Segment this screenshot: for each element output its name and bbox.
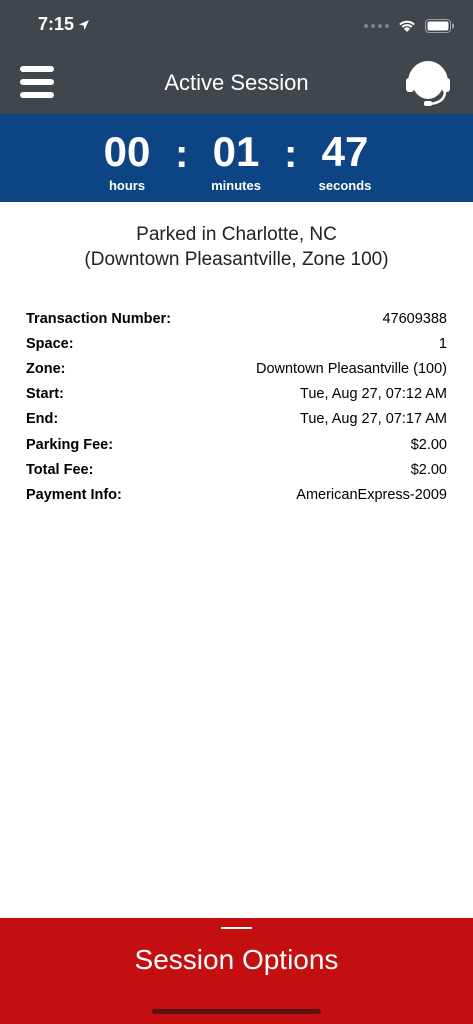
detail-row-zone: Zone: Downtown Pleasantville (100) [26, 356, 447, 381]
detail-value: $2.00 [410, 461, 447, 478]
detail-value: $2.00 [410, 436, 447, 453]
session-timer: 00 hours : 01 minutes : 47 seconds [0, 114, 473, 202]
timer-seconds: 47 seconds [295, 128, 395, 193]
status-bar-icons [364, 18, 455, 33]
detail-value: 1 [438, 335, 447, 352]
timer-seconds-label: seconds [318, 178, 372, 193]
session-details: Transaction Number: 47609388 Space: 1 Zo… [26, 306, 447, 508]
parking-location: Parked in Charlotte, NC (Downtown Pleasa… [0, 222, 473, 272]
detail-row-payment-info: Payment Info: AmericanExpress-2009 [26, 482, 447, 507]
wifi-icon [399, 20, 415, 32]
page-title: Active Session [164, 70, 309, 95]
timer-minutes: 01 minutes [186, 128, 286, 193]
header-bar: 7:15 Active Session [0, 0, 473, 114]
status-bar-time: 7:15 [38, 14, 90, 35]
detail-value: 47609388 [382, 310, 447, 327]
detail-label: Payment Info: [26, 486, 122, 503]
detail-label: Parking Fee: [26, 436, 114, 453]
battery-icon [425, 18, 454, 33]
detail-row-end: End: Tue, Aug 27, 07:17 AM [26, 407, 447, 432]
timer-hours: 00 hours [77, 128, 177, 193]
detail-label: End: [26, 411, 59, 428]
app-screen: 7:15 Active Session 00 hours: 01 minute… [0, 0, 473, 1024]
detail-row-transaction-number: Transaction Number: 47609388 [26, 306, 447, 331]
detail-value: Tue, Aug 27, 07:17 AM [300, 411, 447, 428]
detail-row-total-fee: Total Fee: $2.00 [26, 457, 447, 482]
detail-label: Space: [26, 335, 74, 352]
detail-label: Total Fee: [26, 461, 94, 478]
home-indicator[interactable] [152, 1009, 321, 1014]
cellular-dots-icon [364, 23, 389, 28]
detail-row-space: Space: 1 [26, 331, 447, 356]
detail-value: Downtown Pleasantville (100) [255, 360, 447, 377]
session-options-label: Session Options [134, 944, 339, 975]
status-time-text: 7:15 [38, 14, 75, 34]
timer-minutes-value: 01 [212, 128, 260, 175]
timer-hours-value: 00 [103, 128, 151, 175]
detail-row-start: Start: Tue, Aug 27, 07:12 AM [26, 382, 447, 407]
detail-label: Start: [26, 386, 64, 403]
timer-hours-label: hours [108, 178, 146, 193]
timer-minutes-label: minutes [211, 178, 261, 193]
headset-support-icon[interactable] [405, 58, 451, 108]
detail-value: AmericanExpress-2009 [296, 486, 447, 503]
detail-row-parking-fee: Parking Fee: $2.00 [26, 432, 447, 457]
drawer-handle[interactable] [221, 927, 252, 929]
detail-value: Tue, Aug 27, 07:12 AM [300, 386, 447, 403]
location-zone: (Downtown Pleasantville, Zone 100) [84, 249, 389, 270]
detail-label: Transaction Number: [26, 310, 172, 327]
location-arrow-icon [79, 19, 90, 30]
detail-label: Zone: [26, 360, 66, 377]
timer-seconds-value: 47 [321, 128, 369, 175]
location-city: Parked in Charlotte, NC [136, 224, 337, 245]
